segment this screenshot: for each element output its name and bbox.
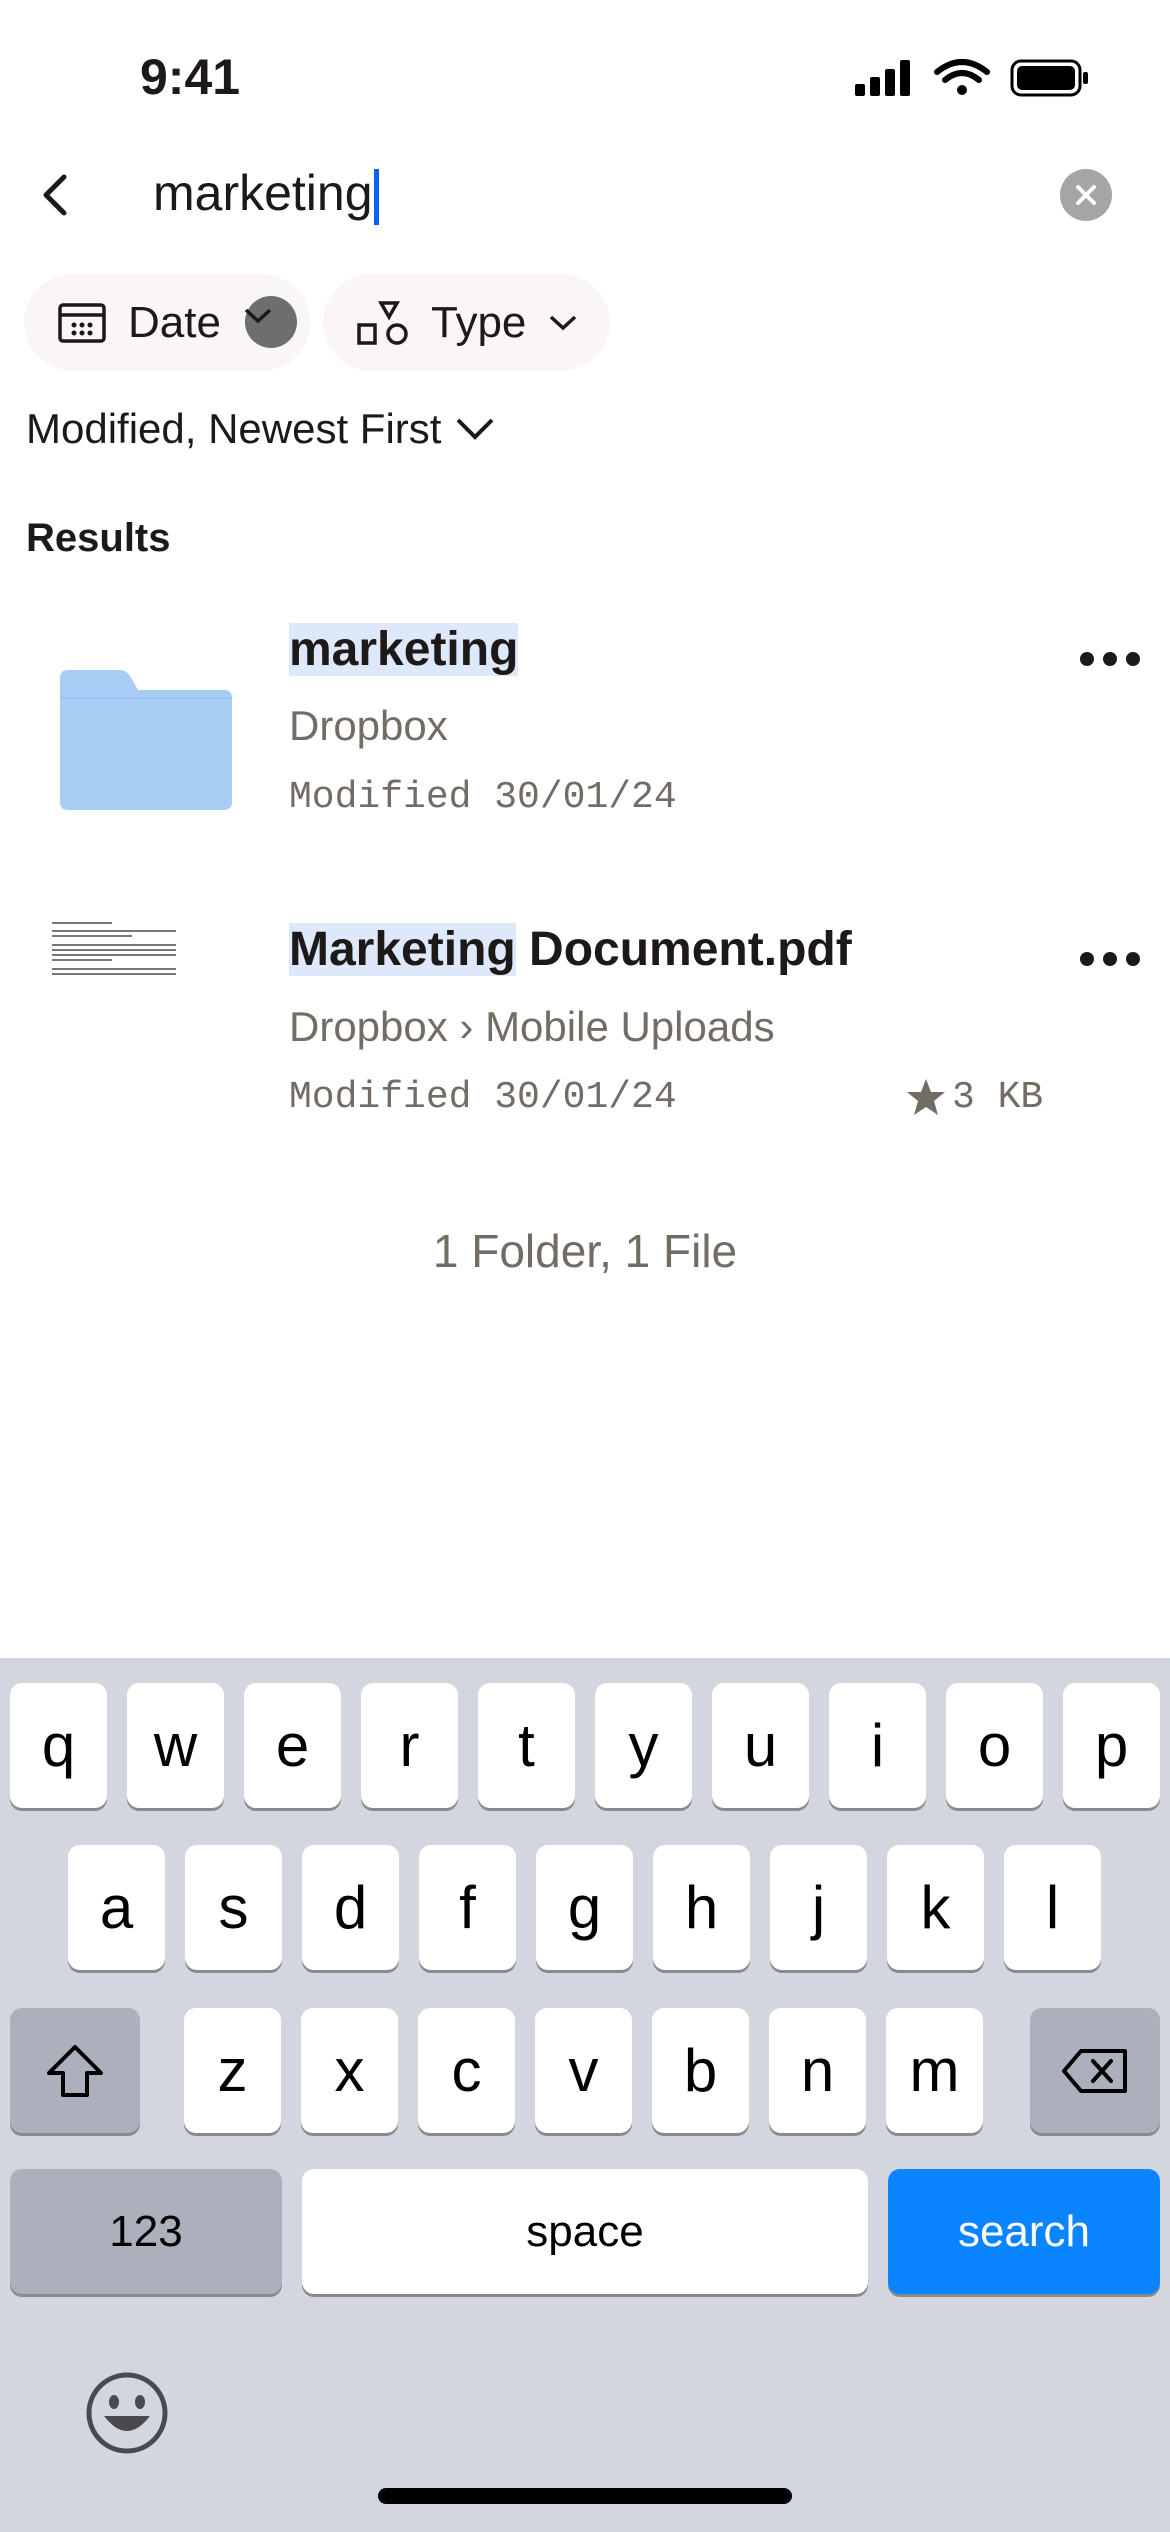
text-cursor [373,168,379,225]
chevron-down-icon [457,418,494,440]
result-location: Dropbox [289,702,448,749]
home-indicator [378,2488,792,2504]
folder-icon [60,670,232,810]
search-input[interactable]: marketing [153,164,379,225]
back-chevron-icon[interactable] [26,165,86,225]
wifi-icon [934,59,990,83]
search-query-text: marketing [153,165,373,221]
chevron-down-icon [550,315,577,330]
result-title-highlight: marketing [289,623,519,676]
key-t[interactable]: t [478,1683,575,1808]
key-v[interactable]: v [535,2008,632,2133]
key-n[interactable]: n [769,2008,866,2133]
battery-icon [1010,59,1088,97]
result-location: Dropbox › Mobile Uploads [289,1003,775,1050]
emoji-icon[interactable] [84,2370,170,2456]
key-x[interactable]: x [301,2008,398,2133]
key-e[interactable]: e [244,1683,341,1808]
key-p[interactable]: p [1063,1683,1160,1808]
key-i[interactable]: i [829,1683,926,1808]
key-b[interactable]: b [652,2008,749,2133]
key-o[interactable]: o [946,1683,1043,1808]
key-l[interactable]: l [1004,1845,1101,1970]
more-options-button[interactable] [1080,952,1140,972]
key-c[interactable]: c [418,2008,515,2133]
clear-search-button[interactable] [1060,169,1112,221]
shift-key[interactable] [10,2008,140,2133]
key-d[interactable]: d [302,1845,399,1970]
key-f[interactable]: f [419,1845,516,1970]
key-z[interactable]: z [184,2008,281,2133]
key-a[interactable]: a [68,1845,165,1970]
key-r[interactable]: r [361,1683,458,1808]
keyboard: qwertyuiop asdfghjkl zxcvbnm 123 space sea… [0,1658,1170,2532]
calendar-icon [58,302,106,343]
sort-label: Modified, Newest First [26,405,442,452]
key-w[interactable]: w [127,1683,224,1808]
result-size: 3 KB [952,1076,1044,1119]
shapes-icon [357,300,408,345]
shift-icon [47,2044,103,2097]
space-key[interactable]: space [302,2169,868,2294]
key-k[interactable]: k [887,1845,984,1970]
search-key[interactable]: search [888,2169,1160,2294]
result-title: Document.pdf [515,923,852,976]
type-filter-chip[interactable]: Type [323,274,610,371]
signal-icon [855,60,910,96]
numbers-key[interactable]: 123 [10,2169,282,2294]
date-filter-label: Date [128,297,221,347]
key-g[interactable]: g [536,1845,633,1970]
close-icon [1076,185,1096,205]
result-modified: Modified 30/01/24 [289,1076,677,1119]
status-icons [855,59,1088,97]
backspace-icon [1062,2048,1127,2093]
pdf-thumbnail [52,922,176,975]
result-title-highlight: Marketing [289,923,516,976]
results-summary: 1 Folder, 1 File [432,1225,738,1277]
key-s[interactable]: s [185,1845,282,1970]
date-filter-chip[interactable]: Date [24,274,310,371]
type-filter-label: Type [431,297,527,347]
result-modified: Modified 30/01/24 [289,776,677,819]
results-heading: Results [26,516,171,560]
key-h[interactable]: h [653,1845,750,1970]
key-m[interactable]: m [886,2008,983,2133]
backspace-key[interactable] [1030,2008,1160,2133]
star-icon [907,1079,945,1115]
more-options-button[interactable] [1080,652,1140,672]
status-time: 9:41 [140,49,241,105]
chevron-down-icon [243,295,297,348]
key-j[interactable]: j [770,1845,867,1970]
key-y[interactable]: y [595,1683,692,1808]
key-q[interactable]: q [10,1683,107,1808]
key-u[interactable]: u [712,1683,809,1808]
sort-dropdown[interactable]: Modified, Newest First [26,405,495,453]
